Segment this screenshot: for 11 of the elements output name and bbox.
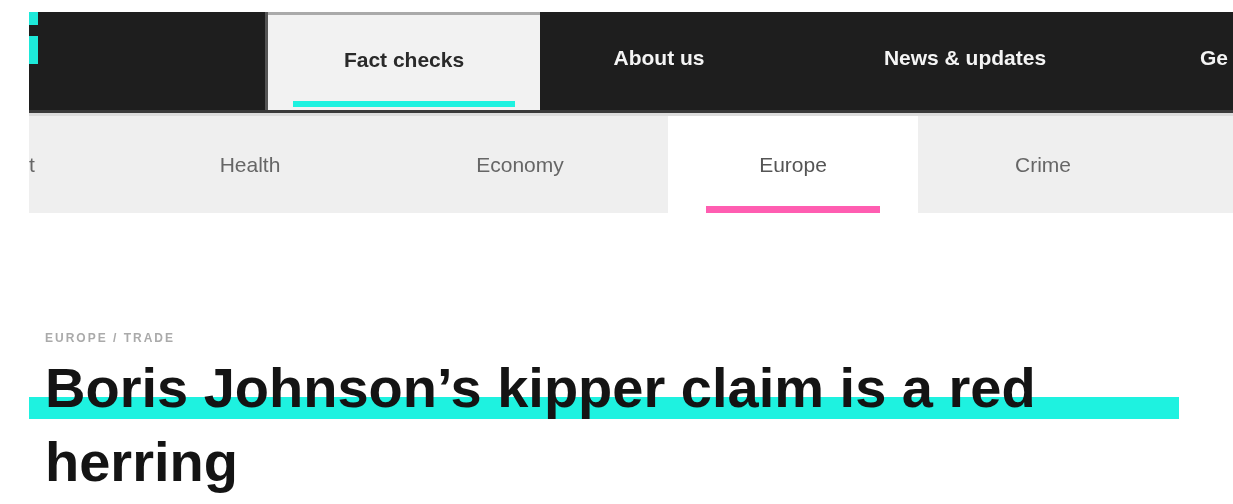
nav-tab[interactable]: Ge	[1152, 12, 1233, 110]
section-tab[interactable]: Crime	[918, 116, 1168, 213]
breadcrumb: EUROPE / TRADE	[44, 331, 176, 345]
nav-tab[interactable]: About us	[540, 12, 778, 110]
section-tab[interactable]: Economy	[385, 116, 655, 213]
logo-icon[interactable]	[29, 12, 38, 64]
nav-tab[interactable]: News & updates	[778, 12, 1152, 110]
nav-tab[interactable]: Fact checks	[268, 12, 540, 110]
section-tab[interactable]: Europe	[668, 116, 918, 213]
section-tab[interactable]: Health	[115, 116, 385, 213]
section-tab[interactable]: t	[29, 116, 115, 213]
